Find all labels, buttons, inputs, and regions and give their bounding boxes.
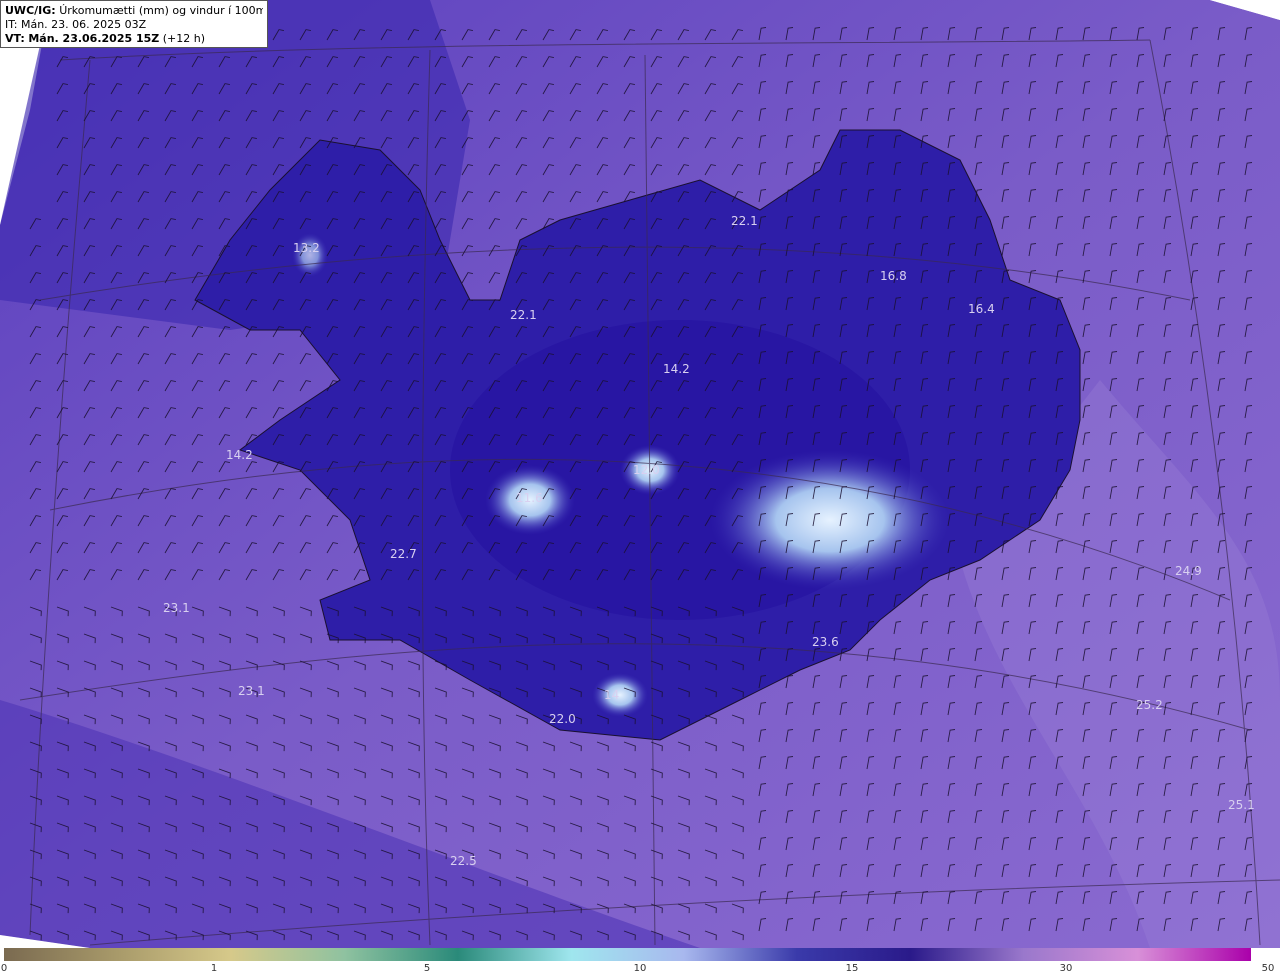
map-label: 23.6 bbox=[812, 635, 839, 649]
colorbar-tick: 1 bbox=[210, 963, 218, 974]
map-label: 24.9 bbox=[1175, 564, 1202, 578]
colorbar-gradient bbox=[4, 948, 1251, 961]
it-value: Mán. 23. 06. 2025 03Z bbox=[20, 18, 147, 31]
map-label: 14 bbox=[604, 688, 619, 702]
vt-offset: (+12 h) bbox=[162, 32, 206, 45]
map-label: 12.0 bbox=[633, 463, 660, 477]
map-label: 23.1 bbox=[163, 601, 190, 615]
colorbar-tick: 10 bbox=[633, 963, 647, 974]
map-label: 22.0 bbox=[549, 712, 576, 726]
colorbar-tick: 0 bbox=[0, 963, 8, 974]
map-label: 25.1 bbox=[1228, 798, 1255, 812]
map-info-panel: UWC/IG: Úrkomumætti (mm) og vindur í 100… bbox=[0, 0, 268, 48]
vatnajokull-glacier bbox=[710, 450, 950, 590]
info-it-line: IT: Mán. 23. 06. 2025 03Z bbox=[5, 18, 263, 32]
colorbar-tick: 15 bbox=[845, 963, 859, 974]
map-label: 14.2 bbox=[663, 362, 690, 376]
map-label: 23.1 bbox=[238, 684, 265, 698]
model-name: UWC/IG: bbox=[5, 4, 56, 17]
info-vt-line: VT: Mán. 23.06.2025 15Z (+12 h) bbox=[5, 32, 263, 46]
map-label: 25.2 bbox=[1136, 698, 1163, 712]
colorbar-tick: 5 bbox=[423, 963, 431, 974]
precipitation-map[interactable]: 13.2 22.1 22.1 16.8 16.4 14.2 14.2 12.0 … bbox=[0, 0, 1280, 948]
colorbar: 0 1 5 10 15 30 50 bbox=[0, 948, 1280, 978]
map-label: 11.6 bbox=[516, 491, 543, 505]
map-title: Úrkomumætti (mm) og vindur í 100m hæð bbox=[59, 4, 263, 17]
myrdalsjokull-glacier bbox=[592, 673, 648, 717]
vt-label: VT: bbox=[5, 32, 25, 45]
info-title-line: UWC/IG: Úrkomumætti (mm) og vindur í 100… bbox=[5, 4, 263, 18]
map-label: 16.4 bbox=[968, 302, 995, 316]
it-label: IT: bbox=[5, 18, 18, 31]
westfjords-peak bbox=[292, 233, 328, 277]
colorbar-tick: 30 bbox=[1059, 963, 1073, 974]
map-label: 13.2 bbox=[293, 241, 320, 255]
map-label: 22.7 bbox=[390, 547, 417, 561]
map-label: 14.2 bbox=[226, 448, 253, 462]
colorbar-tick: 50 bbox=[1261, 963, 1275, 974]
vt-value: Mán. 23.06.2025 15Z bbox=[28, 32, 160, 45]
map-label: 22.1 bbox=[731, 214, 758, 228]
map-label: 22.1 bbox=[510, 308, 537, 322]
map-label: 16.8 bbox=[880, 269, 907, 283]
map-label: 22.5 bbox=[450, 854, 477, 868]
